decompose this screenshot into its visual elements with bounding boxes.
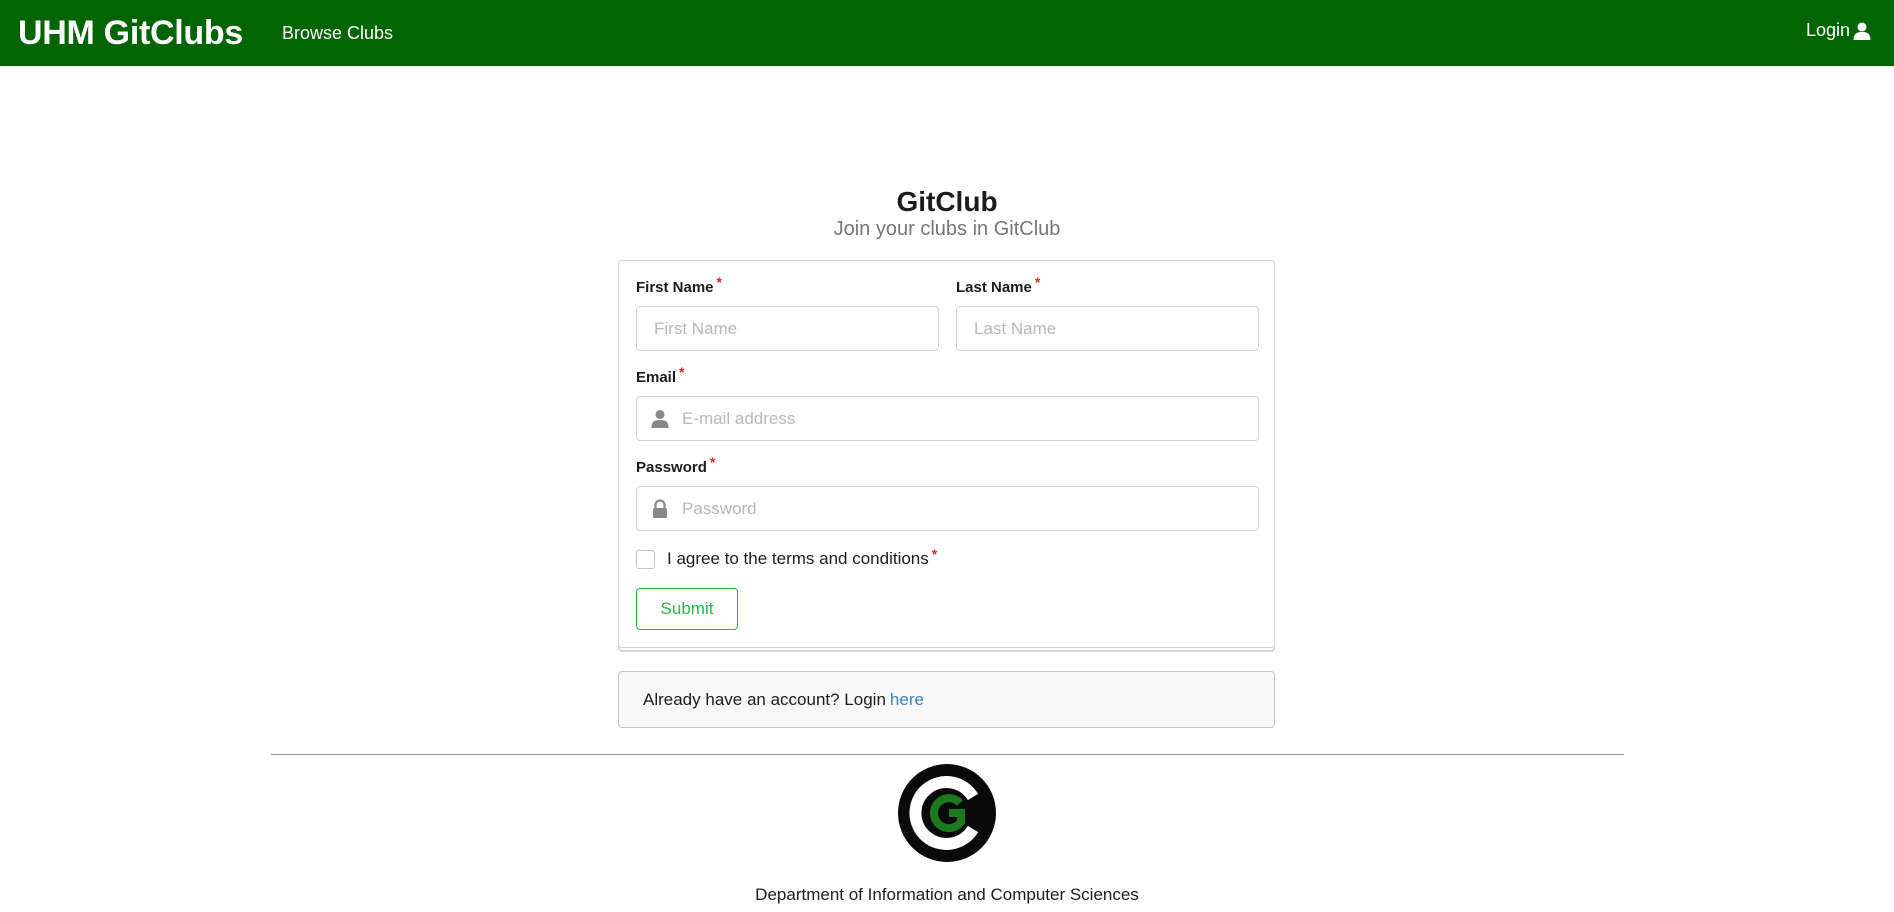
page-header: GitClub Join your clubs in GitClub: [0, 182, 1894, 241]
password-label-text: Password: [636, 459, 707, 476]
email-label-text: Email: [636, 369, 677, 386]
email-input[interactable]: E-mail address: [636, 396, 1259, 441]
last-name-placeholder: Last Name: [974, 318, 1057, 338]
login-label: Login: [1805, 20, 1850, 40]
email-placeholder: E-mail address: [682, 408, 796, 428]
password-placeholder: Password: [682, 498, 757, 518]
email-label: Email *: [636, 364, 684, 386]
browse-clubs-link[interactable]: Browse Clubs: [282, 23, 393, 44]
required-marker: *: [1034, 274, 1041, 290]
required-marker: *: [709, 454, 716, 470]
top-navbar: UHM GitClubs Browse Clubs Login: [0, 0, 1894, 66]
password-label: Password *: [636, 454, 715, 476]
password-input[interactable]: Password: [636, 486, 1259, 531]
login-message: Already have an account? Login here: [618, 671, 1275, 728]
last-name-input[interactable]: Last Name: [956, 306, 1259, 351]
terms-label-text: I agree to the terms and conditions: [667, 549, 929, 568]
terms-label[interactable]: I agree to the terms and conditions *: [667, 546, 938, 569]
page-title: GitClub: [896, 186, 998, 217]
required-marker: *: [679, 364, 685, 380]
brand-logo[interactable]: UHM GitClubs: [18, 14, 243, 53]
required-marker: *: [716, 274, 722, 290]
first-name-placeholder: First Name: [654, 318, 738, 338]
login-menu[interactable]: Login: [1806, 20, 1872, 41]
footer-divider: [271, 754, 1624, 755]
login-here-link[interactable]: here: [890, 690, 924, 710]
footer-department: Department of Information and Computer S…: [755, 885, 1139, 904]
user-icon: [1853, 22, 1871, 40]
user-icon: [651, 410, 669, 428]
gitclub-logo: [898, 764, 996, 862]
submit-button[interactable]: Submit: [636, 588, 738, 630]
first-name-input[interactable]: First Name: [636, 306, 939, 351]
first-name-label-text: First Name: [636, 279, 714, 296]
page-subtitle: Join your clubs in GitClub: [833, 218, 1061, 240]
first-name-label: First Name *: [636, 274, 722, 296]
login-message-text: Already have an account? Login: [643, 689, 886, 709]
required-marker: *: [931, 546, 938, 562]
lock-icon: [653, 499, 667, 518]
signup-form: First Name * First Name Last Name * Last N…: [618, 260, 1275, 648]
terms-checkbox[interactable]: [636, 550, 655, 569]
last-name-label: Last Name *: [956, 274, 1040, 296]
last-name-label-text: Last Name: [956, 279, 1032, 296]
